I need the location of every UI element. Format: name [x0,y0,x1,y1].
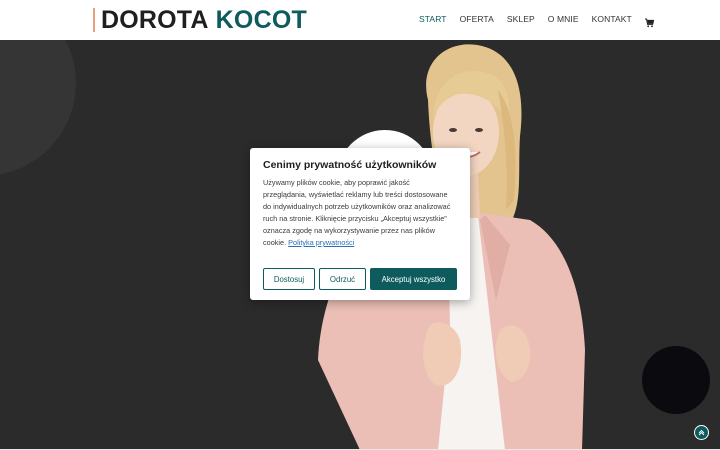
customize-button[interactable]: Dostosuj [263,268,315,290]
decorative-circle-black [642,346,710,414]
cookie-description: Używamy plików cookie, aby poprawić jako… [263,177,451,249]
cookie-buttons: Dostosuj Odrzuć Akceptuj wszystko [263,268,457,290]
main-nav: START OFERTA SKLEP O MNIE KONTAKT [419,14,655,27]
logo-first-name: DOROTA [101,5,209,34]
privacy-policy-link[interactable]: Polityka prywatności [288,238,354,247]
logo-accent-bar [93,8,95,32]
cart-icon[interactable] [644,15,655,27]
arrow-up-icon [698,429,705,436]
nav-start[interactable]: START [419,14,447,25]
accept-all-button[interactable]: Akceptuj wszystko [370,268,457,290]
site-header: DOROTA KOCOT START OFERTA SKLEP O MNIE K… [0,0,720,40]
nav-sklep[interactable]: SKLEP [507,14,535,25]
decorative-circle-left [0,40,76,176]
nav-kontakt[interactable]: KONTAKT [592,14,632,25]
cookie-text-body: Używamy plików cookie, aby poprawić jako… [263,178,451,247]
logo-last-name: KOCOT [215,5,307,34]
scroll-to-top-button[interactable] [694,425,709,440]
cookie-title: Cenimy prywatność użytkowników [263,159,437,171]
cookie-consent-dialog: Cenimy prywatność użytkowników Używamy p… [250,148,470,300]
nav-oferta[interactable]: OFERTA [460,14,494,25]
reject-button[interactable]: Odrzuć [319,268,366,290]
nav-o-mnie[interactable]: O MNIE [548,14,579,25]
site-logo[interactable]: DOROTA KOCOT [93,5,307,34]
